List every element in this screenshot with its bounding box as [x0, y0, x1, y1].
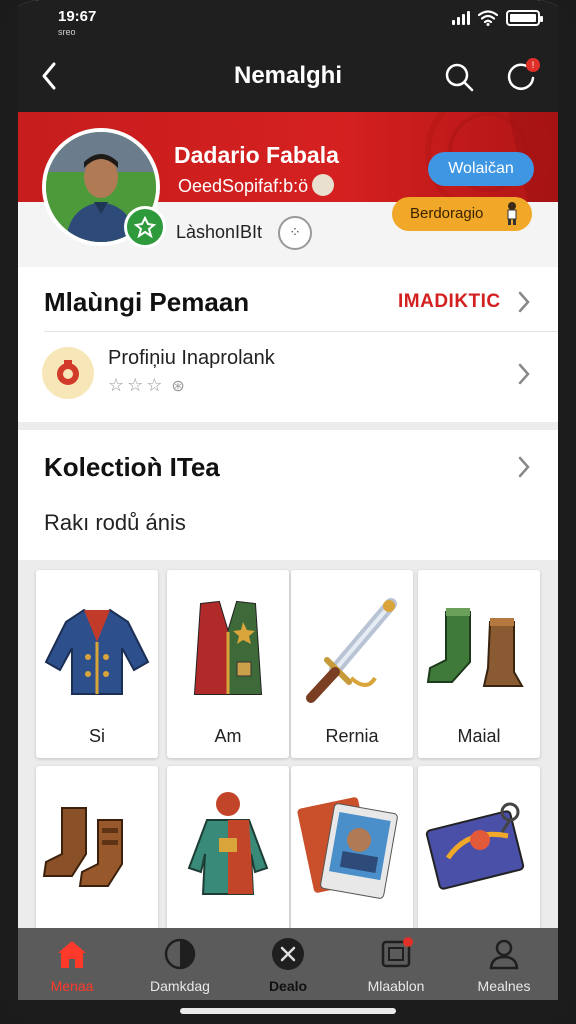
- profile-icon: [489, 939, 519, 970]
- item-card-brown-boots[interactable]: [36, 766, 158, 936]
- nav-label: Menaa: [50, 978, 94, 994]
- search-icon: [445, 63, 474, 92]
- item-card-keychain[interactable]: [418, 766, 540, 936]
- nav-dial[interactable]: Damkdag: [126, 928, 234, 1000]
- trophy-icon: [312, 174, 335, 197]
- nav-label: Dealo: [268, 978, 308, 994]
- bottom-nav: Menaa Damkdag Dealo Mlaablon Mealnes: [18, 928, 558, 1000]
- keychain-card-icon: [425, 802, 525, 890]
- settings-icon[interactable]: ⁘: [278, 216, 312, 250]
- wifi-icon: [478, 10, 498, 26]
- item-label: Si: [88, 726, 105, 746]
- sword-icon: [306, 598, 397, 703]
- item-card-jacket[interactable]: Si: [36, 570, 158, 758]
- vest-icon: [193, 600, 263, 695]
- robe-icon: [187, 792, 269, 895]
- player-subtitle: OeedSopifaf:b:ö: [178, 174, 335, 198]
- home-indicator[interactable]: [180, 1008, 396, 1014]
- player-label: LàshonIBIt: [176, 222, 263, 242]
- nav-label: Mealnes: [477, 978, 531, 994]
- blue-pill-button[interactable]: Wolaičan: [428, 152, 534, 186]
- page-title: Nemalghi: [233, 62, 343, 89]
- rating-stars-text: ☆☆☆: [108, 375, 166, 395]
- collection-subtitle: Rakı rodů ánis: [44, 510, 186, 535]
- medal-icon: [42, 347, 94, 399]
- rating-stars: ☆☆☆ ⊛: [108, 375, 188, 396]
- nav-label: Mlaablon: [367, 978, 425, 994]
- status-sub: sreo: [58, 27, 76, 37]
- item-card-boots[interactable]: Maial: [418, 570, 540, 758]
- nav-home[interactable]: Menaa: [18, 928, 126, 1000]
- divider: [44, 331, 558, 332]
- item-card-player-cards[interactable]: [291, 766, 413, 936]
- brown-boots-icon: [42, 807, 123, 887]
- signal-icon: [452, 11, 470, 25]
- verified-badge-icon: [124, 206, 166, 248]
- player-cards-icon: [297, 797, 398, 899]
- search-button[interactable]: [442, 60, 476, 94]
- home-icon: [58, 941, 86, 968]
- dial-icon: [164, 938, 196, 970]
- item-card-sword[interactable]: Rernia: [291, 570, 413, 758]
- top-bar: 19:67 sreo Nemalghi !: [18, 0, 558, 112]
- stats-title: Mlaùngi Pemaan: [44, 287, 250, 317]
- collection-card: Kolectioǹ ITea Rakı rodů ánis: [18, 430, 558, 560]
- nav-profile[interactable]: Mealnes: [450, 928, 558, 1000]
- notification-button[interactable]: !: [504, 58, 540, 96]
- chevron-right-icon[interactable]: [514, 454, 534, 480]
- screen: 19:67 sreo Nemalghi ! Dadario Fabala Oee…: [18, 0, 558, 1000]
- boots-icon: [426, 608, 524, 687]
- nav-label: Damkdag: [150, 978, 210, 994]
- ball-icon: ⊛: [171, 378, 188, 395]
- nav-deal[interactable]: Dealo: [234, 928, 342, 1000]
- profile-row-text[interactable]: Profiņiu Inaprolank: [108, 347, 275, 370]
- profile-banner: Dadario Fabala OeedSopifaf:b:ö LàshonIBI…: [18, 112, 558, 267]
- item-card-vest[interactable]: Am: [167, 570, 289, 758]
- jacket-icon: [44, 608, 150, 695]
- chevron-right-icon[interactable]: [514, 289, 534, 315]
- battery-icon: [506, 10, 543, 26]
- stats-status[interactable]: IMADIKTIC: [398, 291, 501, 313]
- item-card-robe[interactable]: [167, 766, 289, 936]
- notification-badge: !: [526, 58, 540, 72]
- orange-pill-button[interactable]: Berdoragio: [392, 197, 532, 231]
- item-label: Maial: [457, 726, 501, 746]
- item-label: Am: [214, 726, 242, 746]
- phone-frame: 19:67 sreo Nemalghi ! Dadario Fabala Oee…: [0, 0, 576, 1024]
- player-figure-icon: [504, 201, 520, 225]
- nav-inbox[interactable]: Mlaablon: [342, 928, 450, 1000]
- status-time: 19:67: [58, 8, 97, 25]
- collection-title: Kolectioǹ ITea: [44, 452, 220, 482]
- orange-pill-label: Berdoragio: [410, 205, 484, 222]
- item-label: Rernia: [325, 726, 379, 746]
- chevron-right-icon[interactable]: [514, 361, 534, 387]
- stats-card: Mlaùngi Pemaan IMADIKTIC Profiņiu Inapro…: [18, 267, 558, 422]
- close-circle-icon: [272, 938, 304, 970]
- player-subtitle-text: OeedSopifaf:b:ö: [178, 176, 309, 196]
- inbox-icon: [381, 937, 413, 968]
- player-name: Dadario Fabala: [174, 142, 339, 168]
- status-icons: [452, 10, 543, 26]
